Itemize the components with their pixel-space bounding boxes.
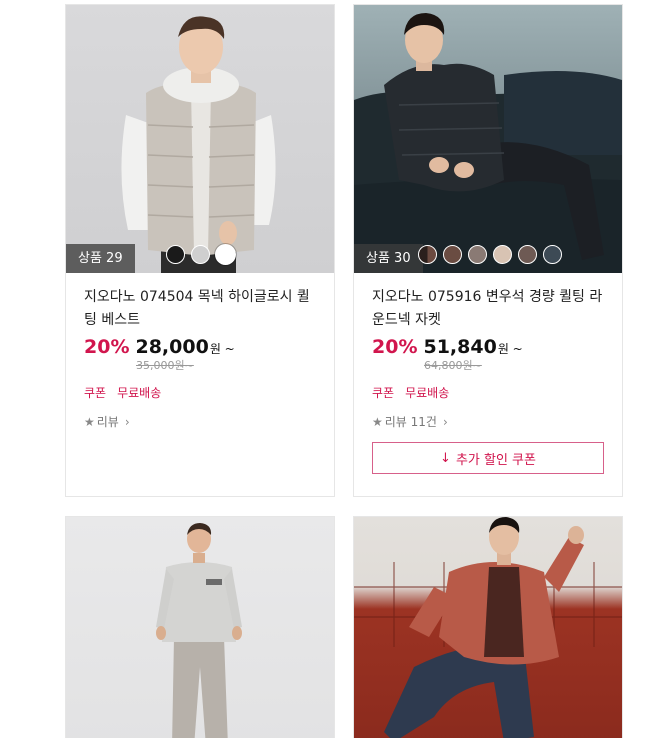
coupon-button-label: 추가 할인 쿠폰 xyxy=(455,452,536,468)
review-label: 리뷰 xyxy=(96,415,119,429)
original-price: 64,800원~ xyxy=(424,359,482,372)
color-swatch[interactable] xyxy=(216,245,235,264)
star-icon: ★ xyxy=(372,414,383,429)
price-row: 20% 28,000 원 ~ xyxy=(84,336,316,358)
free-shipping-tag: 무료배송 xyxy=(117,386,162,400)
download-icon: ↓ xyxy=(440,450,451,466)
discount-rate: 20% xyxy=(84,336,130,358)
coupon-tag: 쿠폰 xyxy=(84,386,107,400)
color-swatch[interactable] xyxy=(443,245,462,264)
color-swatch[interactable] xyxy=(166,245,185,264)
product-number-badge: 상품 29 xyxy=(66,244,135,273)
benefit-tags: 쿠폰 무료배송 xyxy=(84,384,316,401)
product-card[interactable]: 상품 29 지오다노 074504 목넥 하이글로시 퀼팅 베스트 20% 28… xyxy=(65,4,335,497)
product-title[interactable]: 지오다노 074504 목넥 하이글로시 퀼팅 베스트 xyxy=(84,286,316,332)
free-shipping-tag: 무료배송 xyxy=(405,386,450,400)
model-photo-sweatshirt xyxy=(156,523,242,738)
color-swatches xyxy=(418,245,562,264)
model-photo-vest xyxy=(121,16,276,273)
sale-price: 51,840 xyxy=(423,336,497,358)
price-unit: 원 ~ xyxy=(209,342,235,356)
color-swatches xyxy=(166,245,235,264)
product-image[interactable]: 상품 29 xyxy=(66,5,334,273)
color-swatch[interactable] xyxy=(493,245,512,264)
chevron-right-icon: › xyxy=(442,414,448,429)
color-swatch[interactable] xyxy=(518,245,537,264)
product-image[interactable]: 상품 30 xyxy=(354,5,622,273)
review-label: 리뷰 11건 xyxy=(384,415,437,429)
color-swatch[interactable] xyxy=(191,245,210,264)
discount-rate: 20% xyxy=(372,336,418,358)
star-icon: ★ xyxy=(84,414,95,429)
sale-price: 28,000 xyxy=(135,336,209,358)
product-number-badge: 상품 30 xyxy=(354,244,423,273)
model-photo-jacket xyxy=(354,13,622,273)
product-image[interactable] xyxy=(354,517,622,738)
product-card[interactable] xyxy=(353,516,623,738)
color-swatch[interactable] xyxy=(468,245,487,264)
product-card[interactable]: 상품 30 지오다노 075916 변우석 경량 퀼팅 라운드넥 자켓 20% … xyxy=(353,4,623,497)
price-row: 20% 51,840 원 ~ xyxy=(372,336,604,358)
chevron-right-icon: › xyxy=(124,414,130,429)
extra-coupon-button[interactable]: ↓ 추가 할인 쿠폰 xyxy=(372,442,604,474)
color-swatch[interactable] xyxy=(418,245,437,264)
coupon-tag: 쿠폰 xyxy=(372,386,395,400)
review-link[interactable]: ★ 리뷰 › xyxy=(84,413,316,430)
product-title[interactable]: 지오다노 075916 변우석 경량 퀼팅 라운드넥 자켓 xyxy=(372,286,604,332)
color-swatch[interactable] xyxy=(543,245,562,264)
model-photo-red-sofa xyxy=(354,517,622,738)
product-card[interactable] xyxy=(65,516,335,738)
product-image[interactable] xyxy=(66,517,334,738)
price-unit: 원 ~ xyxy=(497,342,523,356)
original-price: 35,000원~ xyxy=(136,359,194,372)
benefit-tags: 쿠폰 무료배송 xyxy=(372,384,604,401)
review-link[interactable]: ★ 리뷰 11건 › xyxy=(372,413,604,430)
